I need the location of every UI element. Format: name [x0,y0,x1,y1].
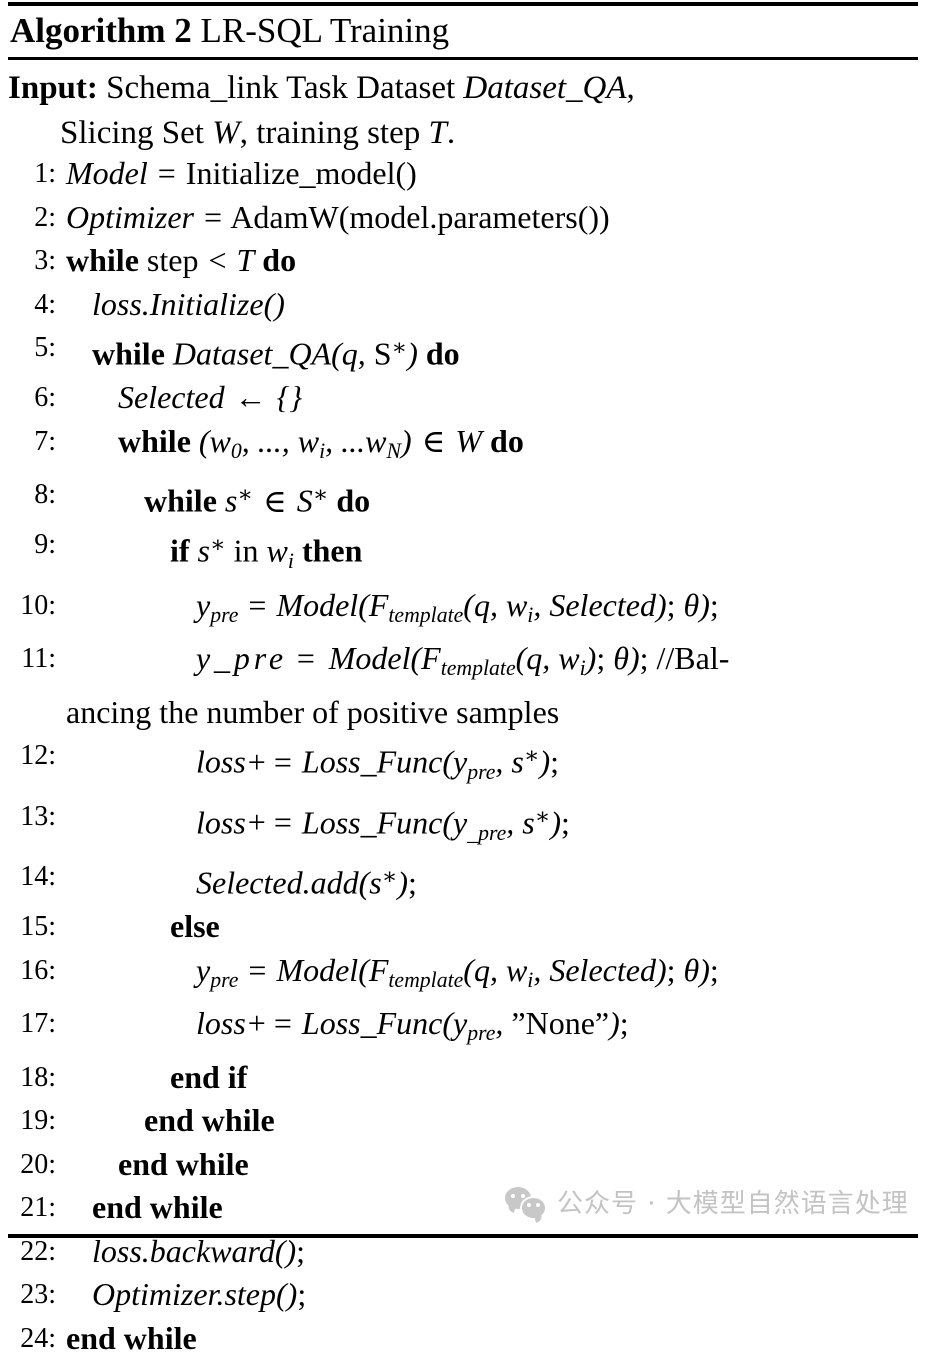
line-number: 4: [34,288,56,320]
algorithm-line-14: 14: Selected.add(s∗); [0,855,926,905]
line-content: ypre = Model(Ftemplate(q, wi, Selected);… [196,951,719,992]
watermark-text: 公众号 · 大模型自然语言处理 [557,1189,909,1219]
line-content: loss.backward(); [92,1232,306,1269]
rule-top [8,2,918,6]
line-content: Optimizer = AdamW(model.parameters()) [66,198,610,235]
line-number: 22: [20,1235,56,1267]
line-11-comment: //Bal- [656,640,730,677]
algorithm-line-12: 12: loss+ = Loss_Func(ypre, s∗); [0,734,926,794]
algorithm-line-15: 15: else [0,905,926,949]
line-number: 18: [20,1061,56,1093]
algorithm-line-24: 24: end while [0,1317,926,1360]
line-number: 24: [20,1322,56,1354]
line-number: 23: [20,1279,56,1311]
line-content: else [170,908,220,944]
line-number: 16: [20,954,56,986]
line-content: loss.Initialize() [92,285,285,322]
input-line2-end: . [446,115,456,151]
line-content: end while [144,1102,275,1139]
line-number: 10: [20,589,56,621]
algorithm-line-8: 8: while s∗ ∈ S∗ do [0,473,926,523]
line-content: loss+ = Loss_Func(y_pre, s∗); [196,802,570,845]
input-slicing-set-symbol: W [212,115,240,151]
algorithm-line-6: 6: Selected ← {} [0,376,926,420]
line-number: 19: [20,1105,56,1137]
watermark: 公众号 · 大模型自然语言处理 [505,1183,909,1220]
line-content: if s∗ in wi then [170,531,363,574]
input-training-step-symbol: T [428,115,447,151]
algorithm-line-16: 16: ypre = Model(Ftemplate(q, wi, Select… [0,949,926,1003]
algorithm-number: 2 [174,11,192,50]
rule-title-separator [8,57,918,60]
line-number: 11: [21,643,56,675]
line-content: while (w0, ..., wi, ...wN) ∈ W do [118,422,524,463]
line-content: loss+ = Loss_Func(ypre, ”None”); [196,1005,629,1046]
algorithm-line-20: 20: end while [0,1143,926,1187]
input-line-1: Input: Schema_link Task Dataset Dataset_… [0,66,926,111]
line-number: 20: [20,1148,56,1180]
line-number: 12: [20,740,56,772]
algorithm-line-17: 17: loss+ = Loss_Func(ypre, ”None”); [0,1002,926,1056]
line-number: 9: [34,529,56,561]
line-content: Selected.add(s∗); [196,862,417,901]
algorithm-block: Algorithm 2 LR-SQL Training Input: Schem… [0,0,926,1356]
line-content: Model = Initialize_model() [66,155,417,191]
algorithm-line-4: 4: loss.Initialize() [0,283,926,327]
input-block: Input: Schema_link Task Dataset Dataset_… [0,66,926,156]
input-line1-math: Dataset_QA [463,70,627,106]
line-content: while step < T do [66,242,297,278]
algorithm-line-7: 7: while (w0, ..., wi, ...wN) ∈ W do [0,420,926,474]
line-number: 1: [34,158,56,189]
line-11-continuation: ancing the number of positive samples [66,693,560,730]
algorithm-line-11: 11: y_pre = Model(Ftemplate(q, wi); θ); … [0,637,926,734]
algorithm-line-13: 13: loss+ = Loss_Func(y_pre, s∗); [0,795,926,855]
algorithm-line-18: 18: end if [0,1056,926,1100]
line-number: 13: [20,800,56,832]
algorithm-line-10: 10: ypre = Model(Ftemplate(q, wi, Select… [0,584,926,638]
line-content: while Dataset_QA(q, S∗) do [92,334,460,372]
line-content: Optimizer.step(); [92,1276,307,1313]
line-number: 2: [34,201,56,233]
input-label: Input: [8,70,98,106]
line-number: 17: [20,1008,56,1040]
input-line1-tail: , [626,70,635,106]
algorithm-keyword: Algorithm [10,11,166,50]
line-number: 5: [34,332,56,363]
algorithm-line-5: 5: while Dataset_QA(q, S∗) do [0,326,926,376]
input-line2-a: Slicing Set [60,115,213,151]
line-number: 6: [34,382,56,414]
line-number: 3: [34,245,56,276]
algorithm-steps: 1: Model = Initialize_model() 2: Optimiz… [0,152,926,1360]
input-line-2: Slicing Set W, training step T. [0,111,926,156]
line-content: Selected ← {} [118,379,303,416]
algorithm-line-2: 2: Optimizer = AdamW(model.parameters()) [0,196,926,240]
line-content: while s∗ ∈ S∗ do [144,481,371,519]
line-content: ypre = Model(Ftemplate(q, wi, Selected);… [196,586,719,627]
line-content: loss+ = Loss_Func(ypre, s∗); [196,742,560,785]
algorithm-name: LR-SQL Training [200,11,450,50]
line-content: end if [170,1058,248,1095]
wechat-icon [505,1186,547,1220]
line-content: end while [66,1319,197,1356]
input-line1-plain: Schema_link Task Dataset [106,70,464,106]
algorithm-line-23: 23: Optimizer.step(); [0,1273,926,1317]
algorithm-line-9: 9: if s∗ in wi then [0,523,926,583]
line-number: 21: [20,1192,56,1224]
algorithm-title: Algorithm 2 LR-SQL Training [10,9,449,53]
input-line2-b: , training step [239,115,429,151]
algorithm-line-1: 1: Model = Initialize_model() [0,152,926,196]
algorithm-line-19: 19: end while [0,1099,926,1143]
line-content: end while [118,1145,249,1182]
line-number: 14: [20,860,56,892]
line-number: 7: [34,425,56,457]
algorithm-line-22: 22: loss.backward(); [0,1230,926,1274]
line-content: y_pre = Model(Ftemplate(q, wi); θ); //Ba… [196,640,730,681]
line-number: 15: [20,911,56,942]
algorithm-line-3: 3: while step < T do [0,239,926,283]
line-number: 8: [34,479,56,511]
